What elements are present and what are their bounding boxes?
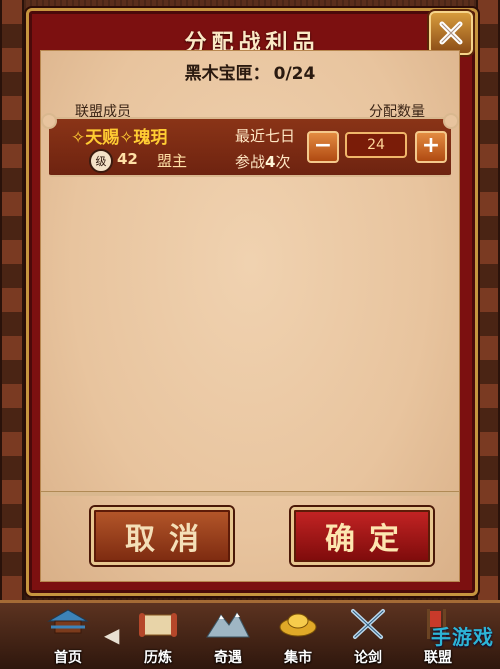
battle-prefix: 参战 [235, 153, 266, 171]
cancel-button[interactable]: 取消 [91, 507, 233, 565]
left-decoration [0, 0, 24, 600]
member-level: 42 [117, 150, 138, 168]
chest-count: 0/24 [273, 64, 316, 84]
battle-count: 4 [265, 153, 276, 171]
confirm-button[interactable]: 确定 [291, 507, 433, 565]
recent-days-label: 最近七日 [235, 127, 296, 145]
nav-adventure-label: 奇遇 [214, 650, 242, 666]
increase-quantity-button[interactable]: + [415, 131, 447, 163]
nav-market[interactable]: 集市 [266, 607, 330, 667]
member-row: ✧天赐✧瑰玥 级 42 盟主 最近七日 参战4次 − + [41, 113, 459, 177]
close-button[interactable] [429, 11, 473, 55]
member-role: 盟主 [157, 152, 188, 170]
chest-summary: 黑木宝匣： 0/24 [41, 59, 459, 84]
nav-alliance-label: 联盟 [424, 650, 452, 666]
bottom-nav: 首页 ◀ 历炼 奇遇 集市 论剑 联盟 手游戏 [0, 600, 500, 669]
right-decoration [476, 0, 500, 600]
loot-panel: 黑木宝匣： 0/24 联盟成员 分配数量 ✧天赐✧瑰玥 级 42 盟主 最近七日 … [40, 50, 460, 582]
battle-count-label: 参战4次 [235, 151, 290, 172]
nav-market-label: 集市 [284, 650, 312, 666]
gold-ingot-icon [279, 613, 317, 637]
crossed-swords-icon [351, 609, 385, 639]
nav-home[interactable]: 首页 [36, 607, 100, 667]
nav-duel[interactable]: 论剑 [336, 607, 400, 667]
nav-duel-label: 论剑 [354, 650, 382, 666]
nav-adventure[interactable]: 奇遇 [196, 607, 260, 667]
nav-training-label: 历炼 [144, 650, 172, 666]
nav-scroll-left-icon[interactable]: ◀ [104, 623, 119, 647]
battle-suffix: 次 [275, 153, 291, 171]
pagoda-icon [47, 609, 89, 634]
mountain-icon [206, 612, 250, 638]
close-icon [439, 21, 463, 45]
decrease-quantity-button[interactable]: − [307, 131, 339, 163]
level-badge-icon: 级 [89, 149, 113, 173]
watermark: 手游戏 [431, 625, 494, 649]
scroll-icon [139, 613, 177, 637]
nav-home-label: 首页 [54, 650, 82, 666]
chest-label: 黑木宝匣： [184, 64, 270, 84]
quantity-input[interactable] [345, 132, 407, 158]
divider [41, 491, 459, 496]
member-name: ✧天赐✧瑰玥 [71, 128, 168, 148]
nav-training[interactable]: 历炼 [126, 607, 190, 667]
